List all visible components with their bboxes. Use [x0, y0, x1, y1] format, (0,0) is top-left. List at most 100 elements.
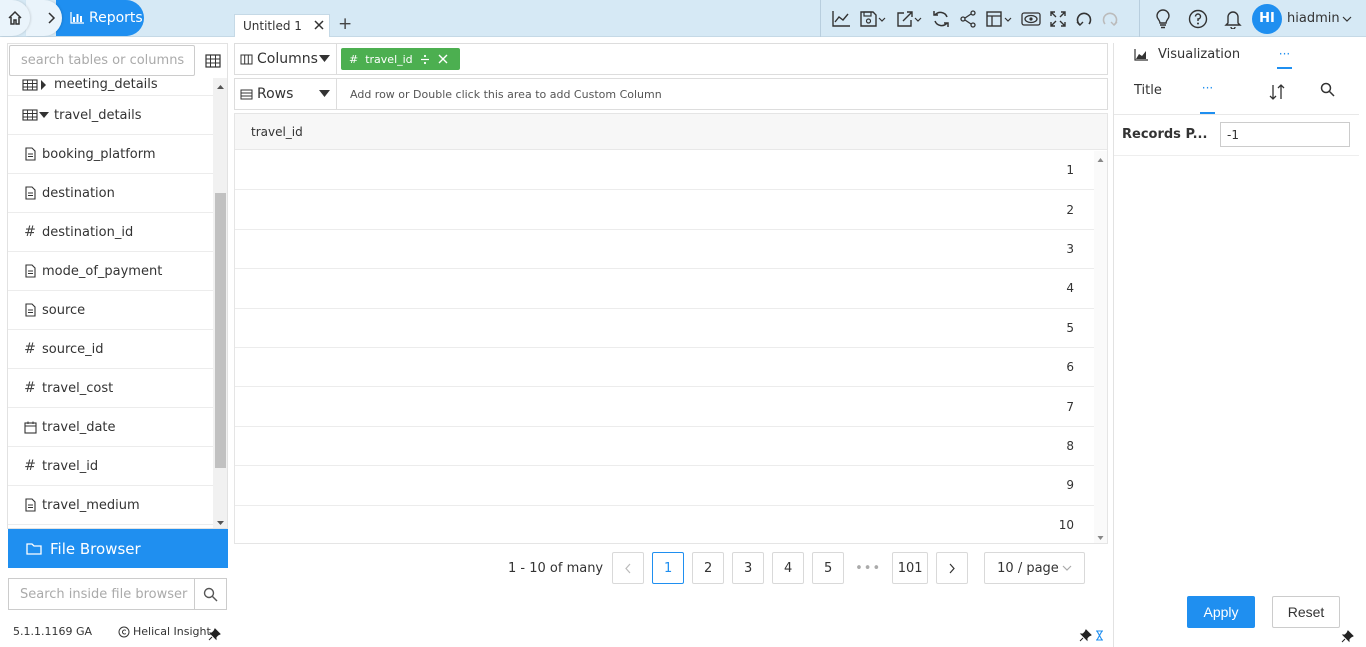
- properties-panel: Visualization ··· Title ··· Records P...…: [1113, 43, 1359, 647]
- metadata-scrollbar[interactable]: [213, 78, 227, 528]
- help-icon[interactable]: [1184, 0, 1212, 37]
- caret-down-icon[interactable]: [319, 55, 330, 63]
- pin-icon[interactable]: [1079, 629, 1092, 642]
- search-input[interactable]: [9, 45, 195, 76]
- reports-label: Reports: [89, 10, 143, 26]
- page-button-5[interactable]: 5: [812, 552, 845, 584]
- table-node-travel-details[interactable]: travel_details: [8, 96, 213, 135]
- rows-selector[interactable]: Rows: [235, 79, 337, 109]
- page-button-101[interactable]: 101: [892, 552, 929, 584]
- tab-untitled-1[interactable]: Untitled 1: [234, 14, 330, 37]
- table-view-button[interactable]: [198, 45, 227, 76]
- preview-eye-icon[interactable]: [1017, 0, 1045, 37]
- text-field-icon: [22, 303, 38, 317]
- field-label: travel_date: [42, 419, 116, 435]
- tab-more-options[interactable]: ···: [1277, 47, 1292, 69]
- username-menu[interactable]: hiadmin: [1287, 11, 1340, 26]
- export-icon[interactable]: [891, 0, 927, 37]
- page-button-4[interactable]: 4: [772, 552, 805, 584]
- bell-icon[interactable]: [1220, 0, 1246, 37]
- page-button-1[interactable]: 1: [652, 552, 685, 584]
- search-icon[interactable]: [1320, 82, 1335, 97]
- file-browser-search-input[interactable]: [8, 578, 195, 610]
- caret-down-icon[interactable]: [319, 90, 330, 98]
- file-browser-header[interactable]: File Browser: [8, 529, 228, 568]
- pin-icon[interactable]: [208, 628, 221, 641]
- scrollbar-thumb[interactable]: [215, 193, 226, 468]
- reports-button[interactable]: Reports: [56, 0, 144, 36]
- fullscreen-icon[interactable]: [1045, 0, 1071, 37]
- field-source-id[interactable]: # source_id: [8, 330, 213, 369]
- lightbulb-icon[interactable]: [1150, 0, 1176, 37]
- apply-button[interactable]: Apply: [1187, 596, 1255, 628]
- table-row[interactable]: 6: [235, 348, 1094, 388]
- table-row[interactable]: 3: [235, 230, 1094, 270]
- divider: [1114, 155, 1359, 156]
- field-source[interactable]: source: [8, 291, 213, 330]
- home-icon: [7, 10, 23, 26]
- prev-page-button[interactable]: [612, 552, 645, 584]
- table-row[interactable]: 8: [235, 427, 1094, 467]
- visualization-label: Visualization: [1158, 47, 1241, 62]
- table-row[interactable]: 10: [235, 506, 1094, 543]
- table-node-meeting-details[interactable]: meeting_details: [8, 74, 213, 96]
- table-label: meeting_details: [54, 77, 158, 92]
- close-icon[interactable]: [313, 19, 325, 31]
- share-icon[interactable]: [955, 0, 981, 37]
- grid-column-header[interactable]: travel_id: [235, 114, 1107, 150]
- field-travel-date[interactable]: travel_date: [8, 408, 213, 447]
- field-travel-id[interactable]: # travel_id: [8, 447, 213, 486]
- tab-title-settings[interactable]: Title: [1134, 83, 1162, 98]
- file-browser-search-button[interactable]: [195, 578, 227, 610]
- next-page-button[interactable]: [936, 552, 969, 584]
- center-footer-icons: [1079, 629, 1104, 642]
- add-tab-button[interactable]: +: [338, 15, 352, 33]
- pin-icon[interactable]: [1341, 630, 1354, 643]
- table-row[interactable]: 1: [235, 151, 1094, 191]
- records-per-page-input[interactable]: [1220, 122, 1350, 147]
- table-cell: 5: [1066, 320, 1074, 335]
- line-chart-icon[interactable]: [827, 0, 855, 37]
- sort-icon[interactable]: [1269, 83, 1285, 101]
- refresh-icon[interactable]: [927, 0, 955, 37]
- redo-icon[interactable]: [1097, 0, 1123, 37]
- rows-icon: [240, 89, 257, 100]
- breadcrumb-expand-button[interactable]: [26, 0, 62, 36]
- page-ellipsis[interactable]: •••: [852, 552, 884, 584]
- remove-icon[interactable]: [438, 54, 448, 64]
- columns-selector[interactable]: Columns: [235, 44, 337, 74]
- grid-scrollbar[interactable]: [1094, 151, 1107, 543]
- table-row[interactable]: 2: [235, 190, 1094, 230]
- field-booking-platform[interactable]: booking_platform: [8, 135, 213, 174]
- field-travel-cost[interactable]: # travel_cost: [8, 369, 213, 408]
- page-button-2[interactable]: 2: [692, 552, 725, 584]
- field-destination-id[interactable]: # destination_id: [8, 213, 213, 252]
- page-button-3[interactable]: 3: [732, 552, 765, 584]
- tab-other-settings[interactable]: ···: [1200, 81, 1215, 114]
- table-row[interactable]: 5: [235, 309, 1094, 348]
- chevron-down-icon: [1062, 565, 1072, 571]
- hourglass-icon[interactable]: [1095, 630, 1104, 641]
- tab-title: Untitled 1: [243, 19, 302, 33]
- field-mode-of-payment[interactable]: mode_of_payment: [8, 252, 213, 291]
- table-row[interactable]: 4: [235, 269, 1094, 309]
- column-pill-travel-id[interactable]: # travel_id: [341, 48, 460, 70]
- layout-icon[interactable]: [981, 0, 1017, 37]
- chevron-right-icon: [46, 12, 56, 24]
- field-travel-medium[interactable]: travel_medium: [8, 486, 213, 525]
- divide-icon[interactable]: [420, 54, 430, 65]
- reset-button[interactable]: Reset: [1272, 596, 1340, 628]
- columns-drop-zone[interactable]: Columns # travel_id: [234, 43, 1108, 75]
- tab-visualization[interactable]: Visualization: [1134, 47, 1240, 62]
- avatar[interactable]: HI: [1252, 3, 1282, 34]
- field-label: source: [42, 302, 86, 318]
- save-icon[interactable]: [855, 0, 891, 37]
- chevron-down-icon[interactable]: [1342, 15, 1352, 23]
- table-row[interactable]: 7: [235, 387, 1094, 427]
- table-cell: 6: [1066, 360, 1074, 375]
- rows-drop-zone[interactable]: Rows Add row or Double click this area t…: [234, 78, 1108, 110]
- field-destination[interactable]: destination: [8, 174, 213, 213]
- table-row[interactable]: 9: [235, 466, 1094, 506]
- undo-icon[interactable]: [1071, 0, 1097, 37]
- page-size-select[interactable]: 10 / page: [984, 552, 1086, 584]
